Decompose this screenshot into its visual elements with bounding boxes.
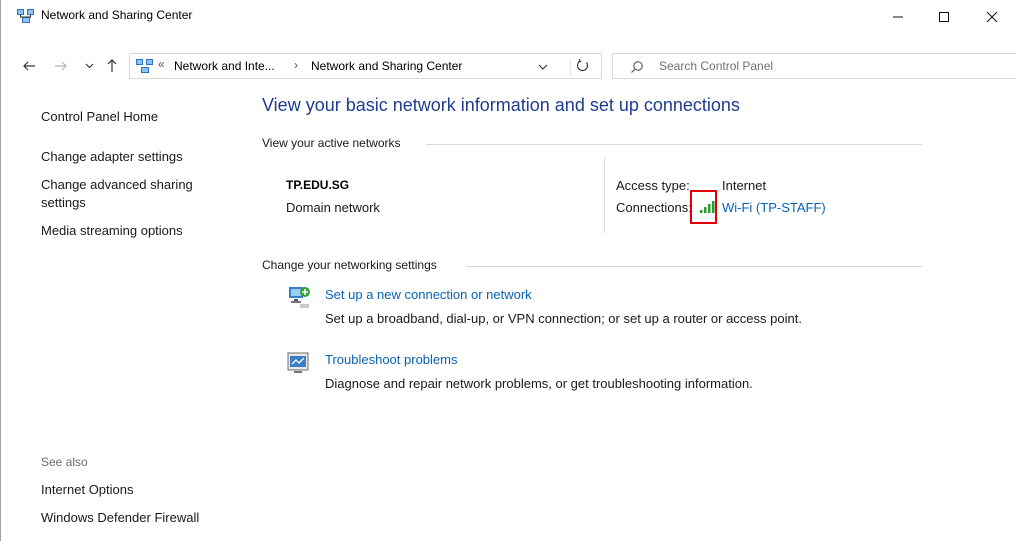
breadcrumb-separator-icon[interactable]: › bbox=[294, 58, 298, 72]
close-button[interactable] bbox=[970, 0, 1016, 32]
forward-button[interactable] bbox=[52, 56, 72, 76]
active-networks-heading: View your active networks bbox=[262, 136, 401, 150]
network-name: TP.EDU.SG bbox=[286, 178, 350, 192]
address-bar[interactable]: « Network and Inte... › Network and Shar… bbox=[129, 53, 602, 79]
breadcrumb-network-and-internet[interactable]: Network and Inte... bbox=[174, 59, 275, 73]
network-category[interactable]: Domain network bbox=[286, 200, 380, 215]
up-button[interactable] bbox=[102, 56, 122, 76]
see-also-heading: See also bbox=[41, 455, 88, 469]
search-input[interactable]: Search Control Panel bbox=[612, 53, 1016, 79]
access-type-value: Internet bbox=[722, 178, 767, 193]
annotation-highlight-box bbox=[690, 190, 717, 224]
back-arrow-icon bbox=[23, 61, 35, 71]
network-sharing-icon bbox=[136, 59, 154, 73]
chevron-down-icon bbox=[85, 63, 94, 69]
overflow-chevron-icon[interactable]: « bbox=[158, 57, 165, 71]
maximize-button[interactable] bbox=[922, 0, 968, 32]
change-advanced-sharing-link-line2[interactable]: settings bbox=[41, 194, 86, 212]
setup-new-connection-link[interactable]: Set up a new connection or network bbox=[325, 287, 532, 302]
troubleshoot-problems-link[interactable]: Troubleshoot problems bbox=[325, 352, 457, 367]
internet-options-link[interactable]: Internet Options bbox=[41, 481, 134, 499]
control-panel-home-link[interactable]: Control Panel Home bbox=[41, 108, 158, 126]
wifi-connection-link[interactable]: Wi-Fi (TP-STAFF) bbox=[722, 200, 826, 215]
address-dropdown-button[interactable] bbox=[536, 60, 550, 74]
forward-arrow-icon bbox=[55, 61, 67, 71]
network-sharing-center-window: Network and Sharing Center « Network and… bbox=[0, 0, 1016, 541]
change-advanced-sharing-link[interactable]: Change advanced sharing bbox=[41, 176, 193, 194]
section-divider bbox=[466, 266, 922, 267]
search-icon bbox=[630, 60, 644, 74]
troubleshoot-problems-description: Diagnose and repair network problems, or… bbox=[325, 376, 753, 391]
troubleshoot-icon bbox=[286, 350, 312, 376]
networking-settings-heading: Change your networking settings bbox=[262, 258, 437, 272]
breadcrumb-network-sharing-center[interactable]: Network and Sharing Center bbox=[311, 59, 462, 73]
windows-defender-firewall-link[interactable]: Windows Defender Firewall bbox=[41, 509, 199, 527]
setup-new-connection-description: Set up a broadband, dial-up, or VPN conn… bbox=[325, 311, 802, 326]
title-bar: Network and Sharing Center bbox=[0, 0, 1016, 32]
section-divider bbox=[426, 144, 922, 145]
page-title: View your basic network information and … bbox=[262, 95, 740, 115]
network-info-divider bbox=[604, 157, 605, 233]
window-title: Network and Sharing Center bbox=[41, 8, 193, 22]
change-adapter-settings-link[interactable]: Change adapter settings bbox=[41, 148, 183, 166]
search-placeholder: Search Control Panel bbox=[659, 59, 774, 73]
recent-locations-button[interactable] bbox=[82, 56, 102, 76]
chevron-down-icon bbox=[538, 64, 548, 70]
refresh-icon bbox=[576, 58, 589, 72]
access-type-label: Access type: bbox=[616, 178, 690, 193]
network-sharing-icon bbox=[17, 9, 35, 23]
connections-label: Connections: bbox=[616, 200, 692, 215]
media-streaming-options-link[interactable]: Media streaming options bbox=[41, 222, 183, 240]
refresh-button[interactable] bbox=[570, 58, 595, 76]
back-button[interactable] bbox=[20, 56, 40, 76]
navigation-bar: « Network and Inte... › Network and Shar… bbox=[0, 50, 1016, 82]
up-arrow-icon bbox=[107, 59, 117, 72]
new-connection-icon bbox=[286, 284, 312, 310]
minimize-button[interactable] bbox=[876, 0, 922, 32]
